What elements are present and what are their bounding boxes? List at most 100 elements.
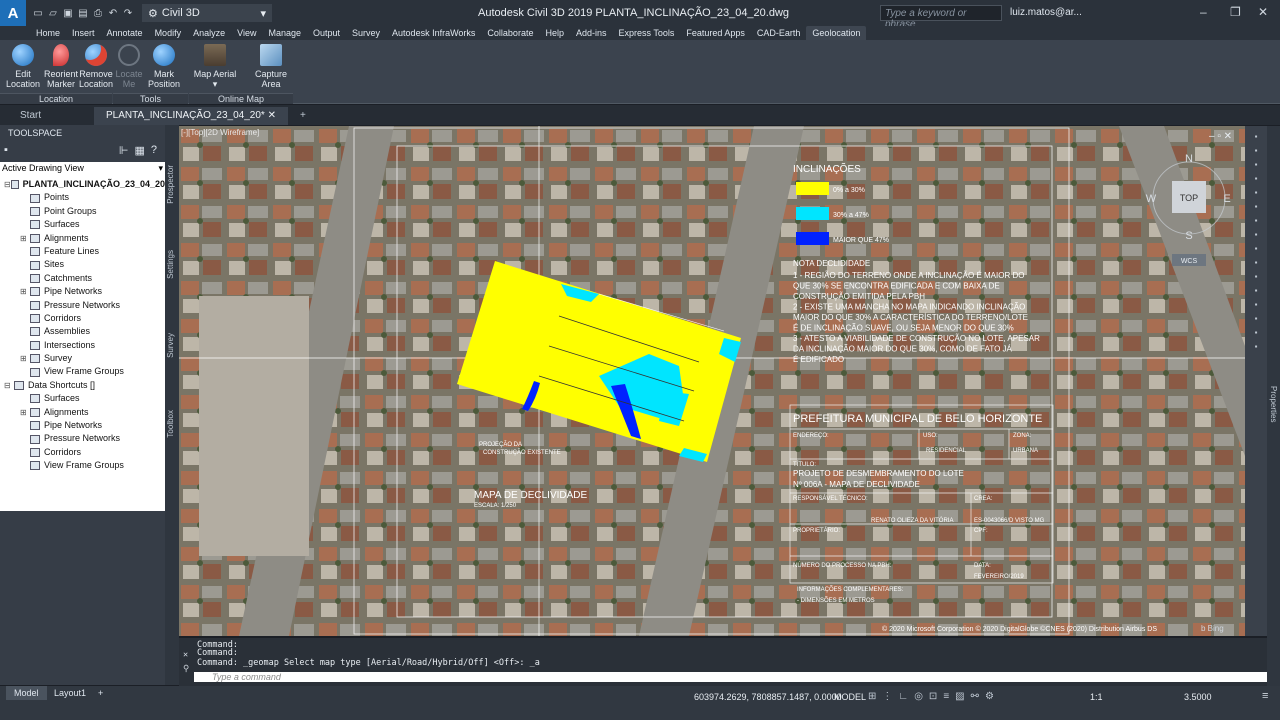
lineweight-icon[interactable]: ≡ [943, 691, 949, 702]
workspace-select[interactable]: ⚙ Civil 3D ▾ [142, 4, 272, 22]
menu-tab-featured-apps[interactable]: Featured Apps [680, 26, 751, 40]
tree-item[interactable]: Corridors [0, 446, 165, 459]
redo-icon[interactable]: ↷ [122, 8, 134, 19]
look-icon[interactable]: ▪ [1255, 258, 1258, 267]
tree-item[interactable]: Pressure Networks [0, 432, 165, 445]
remove-location-button[interactable]: Remove Location [79, 44, 113, 89]
undo-icon[interactable]: ↶ [107, 8, 119, 19]
tree-expander-icon[interactable]: ⊞ [20, 285, 30, 298]
orbit-icon[interactable]: ▪ [1255, 160, 1258, 169]
customize-icon[interactable]: ≡ [1262, 690, 1268, 702]
tree-item[interactable]: Assemblies [0, 325, 165, 338]
fly-icon[interactable]: ▪ [1255, 286, 1258, 295]
tree-expander-icon[interactable]: ⊞ [20, 352, 30, 365]
print-icon[interactable]: ⎙ [92, 8, 104, 19]
annotation-icon[interactable]: ⚯ [971, 691, 979, 702]
tree-item[interactable]: Catchments [0, 272, 165, 285]
coordinates-readout[interactable]: 603974.2629, 7808857.1487, 0.0000 [694, 692, 842, 702]
lineweight-scale[interactable]: 3.5000 [1184, 692, 1212, 702]
grid-icon[interactable]: ⊞ [868, 691, 876, 702]
steering-wheel-icon[interactable]: ▪ [1255, 174, 1258, 183]
tree-item[interactable]: Surfaces [0, 392, 165, 405]
open-icon[interactable]: ▱ [47, 8, 59, 19]
app-logo[interactable]: A [0, 0, 26, 26]
tree-item[interactable]: Pressure Networks [0, 299, 165, 312]
osnap-icon[interactable]: ⊡ [929, 691, 937, 702]
menu-tab-manage[interactable]: Manage [262, 26, 307, 40]
anno-scale[interactable]: 1:1 [1090, 692, 1103, 702]
compass-n[interactable]: N [1185, 153, 1193, 165]
tab-settings[interactable]: Settings [166, 250, 175, 279]
rewind-icon[interactable]: ▪ [1255, 314, 1258, 323]
tree-item[interactable]: ⊞ Alignments [0, 232, 165, 245]
tree-item[interactable]: Point Groups [0, 205, 165, 218]
menu-tab-geolocation[interactable]: Geolocation [806, 26, 867, 40]
add-layout-button[interactable]: + [90, 686, 111, 700]
view-select[interactable]: Active Drawing View ▾ [0, 162, 165, 176]
tree-item[interactable]: Intersections [0, 339, 165, 352]
zoom-window-icon[interactable]: ▪ [1255, 230, 1258, 239]
menu-tab-analyze[interactable]: Analyze [187, 26, 231, 40]
capture-area-button[interactable]: Capture Area [254, 44, 288, 89]
tree-item[interactable]: Sites [0, 258, 165, 271]
viewport-label[interactable]: [-][Top][2D Wireframe] [181, 128, 259, 137]
drawing-viewport[interactable]: INCLINAÇÕES 0% a 30% 30% a 47% MAIOR QUE… [179, 126, 1245, 636]
tree-item[interactable]: ⊟ Data Shortcuts [] [0, 379, 165, 392]
compass-s[interactable]: S [1185, 230, 1192, 242]
menu-tab-modify[interactable]: Modify [149, 26, 188, 40]
tree-item[interactable]: Points [0, 191, 165, 204]
tab-prospector[interactable]: Prospector [166, 165, 175, 204]
hierarchy-icon[interactable]: ⊩ [119, 144, 129, 157]
tab-drawing[interactable]: PLANTA_INCLINAÇÃO_23_04_20* ✕ [94, 107, 288, 125]
close-icon[interactable]: ✕ [1258, 5, 1268, 19]
zoom-icon[interactable]: ▪ [1255, 146, 1258, 155]
save-icon[interactable]: ▣ [62, 8, 74, 19]
tree-expander-icon[interactable]: ⊞ [20, 232, 30, 245]
aerial-map-canvas[interactable]: INCLINAÇÕES 0% a 30% 30% a 47% MAIOR QUE… [179, 126, 1245, 636]
orbit-free-icon[interactable]: ▪ [1255, 244, 1258, 253]
transparency-icon[interactable]: ▨ [955, 691, 964, 702]
tree-item[interactable]: Feature Lines [0, 245, 165, 258]
help-icon[interactable]: ? [151, 144, 157, 156]
minimize-icon[interactable]: – [1200, 5, 1207, 19]
zoom-extents-icon[interactable]: ▪ [1255, 216, 1258, 225]
reorient-marker-button[interactable]: Reorient Marker [44, 44, 78, 89]
center-icon[interactable]: ▪ [1255, 300, 1258, 309]
tab-layout1[interactable]: Layout1 [46, 686, 94, 700]
menu-tab-output[interactable]: Output [307, 26, 346, 40]
tree-item[interactable]: View Frame Groups [0, 365, 165, 378]
edit-location-button[interactable]: Edit Location [6, 44, 40, 89]
mark-position-button[interactable]: Mark Position [148, 44, 180, 89]
snap-icon[interactable]: ⋮ [882, 691, 892, 702]
search-input[interactable]: Type a keyword or phrase [880, 5, 1002, 30]
tree-item[interactable]: ⊞ Pipe Networks [0, 285, 165, 298]
grid-icon[interactable]: ▦ [134, 144, 144, 157]
tab-start[interactable]: Start [8, 107, 94, 125]
walk-icon[interactable]: ▪ [1255, 272, 1258, 281]
tree-item[interactable]: Corridors [0, 312, 165, 325]
showmotion-icon[interactable]: ▪ [1255, 188, 1258, 197]
tree-item[interactable]: ⊞ Survey [0, 352, 165, 365]
menu-tab-help[interactable]: Help [539, 26, 570, 40]
maximize-icon[interactable]: ❐ [1230, 5, 1241, 19]
tree-item[interactable]: ⊟ PLANTA_INCLINAÇÃO_23_04_20 [0, 178, 165, 191]
up-down-icon[interactable]: ▪ [1255, 328, 1258, 337]
properties-side-tab[interactable]: Properties [1267, 126, 1280, 686]
nav-menu-icon[interactable]: ▪ [1255, 342, 1258, 351]
menu-tab-collaborate[interactable]: Collaborate [481, 26, 539, 40]
menu-tab-express-tools[interactable]: Express Tools [612, 26, 680, 40]
menu-tab-insert[interactable]: Insert [66, 26, 101, 40]
model-space-toggle[interactable]: MODEL [834, 692, 866, 702]
locate-me-button[interactable]: Locate Me [115, 44, 143, 89]
full-nav-icon[interactable]: ▪ [1255, 202, 1258, 211]
new-icon[interactable]: ▭ [32, 8, 44, 19]
options-icon[interactable]: ▪ [4, 144, 8, 156]
saveas-icon[interactable]: ▤ [77, 8, 89, 19]
menu-tab-home[interactable]: Home [30, 26, 66, 40]
tree-expander-icon[interactable]: ⊟ [4, 178, 11, 191]
tree-item[interactable]: ⊞ Alignments [0, 406, 165, 419]
command-input[interactable]: Type a command [194, 672, 1267, 682]
tab-model[interactable]: Model [6, 686, 47, 700]
map-aerial-button[interactable]: Map Aerial ▾ [193, 44, 237, 89]
ortho-icon[interactable]: ∟ [898, 691, 908, 702]
